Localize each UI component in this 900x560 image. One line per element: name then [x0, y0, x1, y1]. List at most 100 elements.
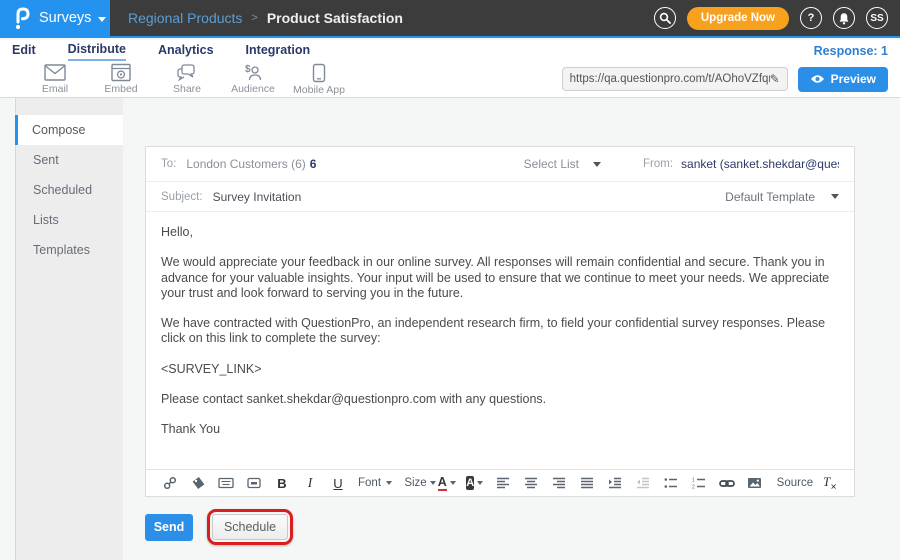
insert-link-variable-button[interactable] — [162, 474, 178, 492]
email-sidebar: Compose Sent Scheduled Lists Templates — [15, 98, 123, 560]
template-dropdown[interactable]: Default Template — [725, 190, 839, 204]
avatar[interactable]: SS — [866, 7, 888, 29]
insert-image-button[interactable] — [747, 474, 763, 492]
align-center-icon — [524, 477, 538, 489]
tab-distribute[interactable]: Distribute — [68, 40, 126, 61]
bullet-list-button[interactable] — [663, 474, 679, 492]
align-left-button[interactable] — [495, 474, 511, 492]
underline-button[interactable]: U — [330, 474, 346, 492]
body-paragraph: Hello, — [161, 225, 839, 240]
font-select[interactable]: Font — [358, 474, 392, 492]
indent-icon — [608, 477, 622, 489]
remove-format-button[interactable]: T✕ — [822, 474, 838, 492]
from-group: From: sanket (sanket.shekdar@ques... — [643, 157, 839, 171]
decrease-indent-button[interactable] — [635, 474, 651, 492]
header-actions: Upgrade Now ? SS — [654, 0, 900, 36]
edit-url-icon[interactable]: ✎ — [770, 72, 780, 86]
compose-actions: Send Schedule — [145, 509, 293, 545]
insert-hyperlink-button[interactable] — [719, 474, 735, 492]
increase-indent-button[interactable] — [607, 474, 623, 492]
search-icon — [659, 12, 671, 24]
questionpro-app: Surveys Regional Products > Product Sati… — [0, 0, 900, 560]
survey-nav: Edit Distribute Analytics Integration Re… — [0, 40, 900, 61]
insert-keyboard-button[interactable] — [218, 474, 234, 492]
top-header: Surveys Regional Products > Product Sati… — [0, 0, 900, 38]
chevron-down-icon — [831, 194, 839, 199]
surveys-menu[interactable]: Surveys — [0, 0, 110, 36]
select-list-label: Select List — [524, 157, 579, 171]
preview-label: Preview — [831, 72, 876, 86]
tag-icon — [191, 476, 206, 490]
questionpro-logo-icon — [12, 6, 32, 30]
svg-text:$: $ — [245, 64, 251, 75]
channel-embed-label: Embed — [104, 83, 137, 95]
justify-icon — [580, 477, 594, 489]
svg-text:2: 2 — [692, 485, 695, 489]
subject-value[interactable]: Survey Invitation — [213, 190, 302, 204]
channel-mobile-app[interactable]: Mobile App — [286, 63, 352, 96]
channel-share[interactable]: Share — [154, 63, 220, 95]
remove-format-x: ✕ — [830, 483, 837, 492]
chevron-down-icon — [477, 481, 483, 485]
sidebar-item-sent[interactable]: Sent — [16, 145, 123, 175]
body-paragraph: Thank You — [161, 422, 839, 437]
chevron-down-icon — [450, 481, 456, 485]
sidebar-item-templates[interactable]: Templates — [16, 235, 123, 265]
notifications-button[interactable] — [833, 7, 855, 29]
bullet-list-icon — [664, 477, 678, 489]
sidebar-item-lists[interactable]: Lists — [16, 205, 123, 235]
upgrade-now-button[interactable]: Upgrade Now — [687, 7, 789, 30]
select-list-dropdown[interactable]: Select List — [524, 157, 601, 171]
channel-email[interactable]: Email — [22, 63, 88, 95]
sidebar-item-scheduled[interactable]: Scheduled — [16, 175, 123, 205]
subject-row: Subject: Survey Invitation Default Templ… — [146, 182, 854, 212]
breadcrumb-folder[interactable]: Regional Products — [128, 10, 242, 26]
schedule-button[interactable]: Schedule — [212, 514, 288, 540]
preview-button[interactable]: Preview — [798, 67, 888, 92]
source-button[interactable]: Source — [775, 474, 810, 492]
channel-audience[interactable]: $ Audience — [220, 63, 286, 95]
bold-button[interactable]: B — [274, 474, 290, 492]
align-left-icon — [496, 477, 510, 489]
email-body-editor[interactable]: Hello, We would appreciate your feedback… — [146, 212, 854, 469]
to-value[interactable]: London Customers (6) — [186, 157, 305, 171]
numbered-list-button[interactable]: 1 2 — [691, 474, 707, 492]
align-center-button[interactable] — [523, 474, 539, 492]
tab-analytics[interactable]: Analytics — [158, 41, 214, 60]
channel-email-label: Email — [42, 83, 68, 95]
response-count[interactable]: Response: 1 — [814, 44, 888, 58]
email-icon — [43, 63, 67, 82]
tab-edit[interactable]: Edit — [12, 41, 36, 60]
size-select[interactable]: Size — [404, 474, 426, 492]
italic-button[interactable]: I — [302, 474, 318, 492]
chevron-down-icon — [593, 162, 601, 167]
chain-icon — [163, 476, 177, 490]
keyboard-icon — [218, 477, 234, 489]
button-icon — [247, 477, 261, 489]
insert-tag-button[interactable] — [190, 474, 206, 492]
search-button[interactable] — [654, 7, 676, 29]
annotation-highlight: Schedule — [207, 509, 293, 545]
chevron-down-icon — [98, 17, 106, 22]
outdent-icon — [636, 477, 650, 489]
svg-text:1: 1 — [692, 478, 695, 484]
insert-button-button[interactable] — [246, 474, 262, 492]
text-color-button[interactable]: A — [439, 474, 455, 492]
survey-url-field[interactable]: https://qa.questionpro.com/t/AOhoVZfqml … — [562, 67, 788, 91]
recipients-row: To: London Customers (6) 6 Select List F… — [146, 147, 854, 182]
body-paragraph: Please contact sanket.shekdar@questionpr… — [161, 392, 839, 407]
channel-mobile-app-label: Mobile App — [293, 84, 345, 96]
help-button[interactable]: ? — [800, 7, 822, 29]
body-paragraph: We have contracted with QuestionPro, an … — [161, 316, 839, 347]
sidebar-item-compose[interactable]: Compose — [15, 115, 123, 145]
align-right-button[interactable] — [551, 474, 567, 492]
justify-button[interactable] — [579, 474, 595, 492]
align-right-icon — [552, 477, 566, 489]
template-value: Default Template — [725, 190, 815, 204]
from-value[interactable]: sanket (sanket.shekdar@ques... — [681, 157, 839, 171]
background-color-button[interactable]: A — [467, 474, 483, 492]
channel-embed[interactable]: Embed — [88, 63, 154, 95]
tab-integration[interactable]: Integration — [246, 41, 311, 60]
channel-share-label: Share — [173, 83, 201, 95]
send-button[interactable]: Send — [145, 514, 193, 541]
